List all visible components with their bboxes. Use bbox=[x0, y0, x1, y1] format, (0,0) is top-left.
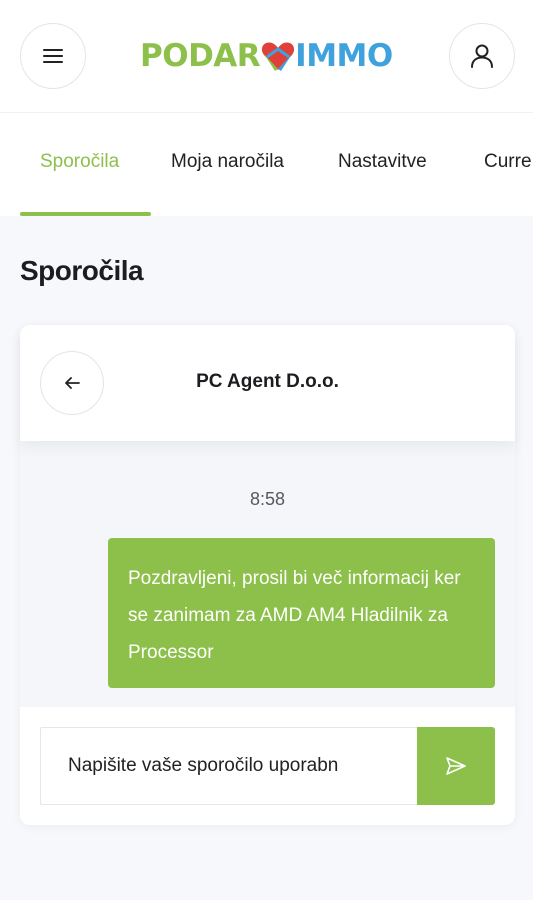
outgoing-message-bubble: Pozdravljeni, prosil bi več informacij k… bbox=[108, 538, 495, 688]
send-icon bbox=[446, 757, 466, 775]
message-input[interactable] bbox=[40, 727, 418, 805]
tab-moja-narocila[interactable]: Moja naročila bbox=[171, 151, 284, 173]
heart-house-logo-icon bbox=[261, 40, 295, 72]
chat-header: PC Agent D.o.o. bbox=[20, 325, 515, 441]
brand-logo[interactable]: PODAR IMMO bbox=[140, 36, 393, 76]
page-title: Sporočila bbox=[20, 255, 144, 286]
active-tab-indicator bbox=[20, 212, 151, 216]
tab-curre[interactable]: Curre bbox=[484, 151, 532, 173]
user-icon bbox=[471, 44, 493, 68]
hamburger-icon bbox=[43, 49, 63, 63]
tab-sporocila[interactable]: Sporočila bbox=[40, 151, 119, 173]
app-header: PODAR IMMO bbox=[0, 0, 533, 112]
send-button[interactable] bbox=[417, 727, 495, 805]
user-account-button[interactable] bbox=[449, 23, 515, 89]
chat-panel: PC Agent D.o.o. 8:58 Pozdravljeni, prosi… bbox=[20, 325, 515, 825]
chat-contact-name: PC Agent D.o.o. bbox=[196, 371, 339, 392]
message-composer bbox=[20, 707, 515, 825]
account-tabs: Sporočila Moja naročila Nastavitve Curre bbox=[0, 112, 533, 216]
tab-nastavitve[interactable]: Nastavitve bbox=[338, 151, 427, 173]
menu-button[interactable] bbox=[20, 23, 86, 89]
message-timestamp: 8:58 bbox=[249, 489, 286, 509]
